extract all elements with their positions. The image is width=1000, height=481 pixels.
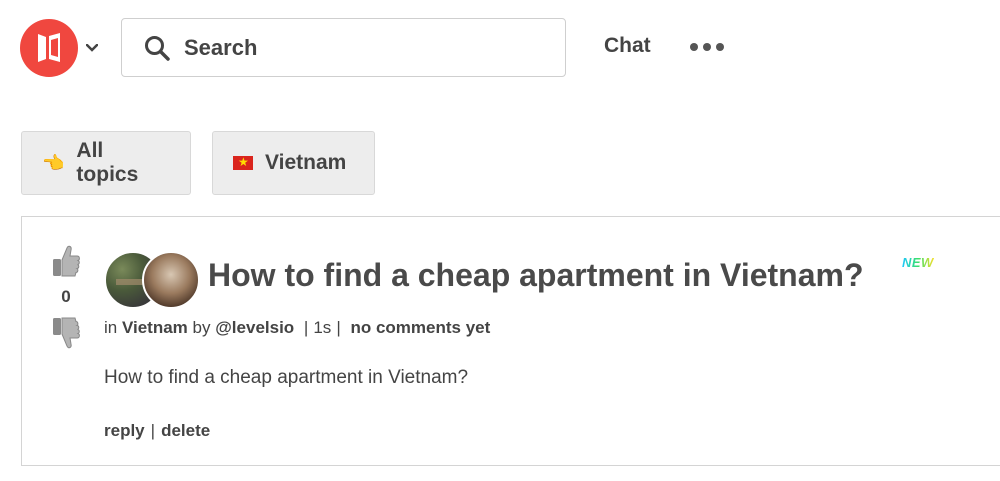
vote-widget: 0	[46, 241, 86, 353]
post-meta: in Vietnam by @levelsio | 1s | no comments…	[104, 318, 491, 337]
chevron-down-icon	[86, 44, 98, 52]
post-time: 1s	[313, 318, 332, 337]
post-comments-link[interactable]: no comments yet	[350, 318, 490, 337]
new-badge: NEW	[902, 255, 934, 270]
thumbs-up-icon[interactable]	[46, 241, 86, 281]
post-card: 0 How to find a cheap apartment in Vietn…	[21, 216, 1000, 466]
vietnam-flag-icon	[233, 154, 253, 170]
thumbs-down-icon[interactable]	[46, 313, 86, 353]
pointing-hand-icon: 👈	[42, 153, 65, 173]
post-topic-link[interactable]: Vietnam	[122, 318, 188, 337]
search-box[interactable]	[121, 18, 566, 77]
search-icon	[142, 33, 172, 63]
logo-menu[interactable]	[20, 18, 105, 78]
topic-chip-label: All topics	[76, 139, 139, 186]
post-author-link[interactable]: @levelsio	[215, 318, 294, 337]
search-input[interactable]	[184, 34, 544, 61]
chat-link[interactable]: Chat	[604, 34, 651, 58]
delete-button[interactable]: delete	[161, 421, 210, 440]
post-avatars	[104, 251, 204, 311]
vote-score: 0	[61, 287, 71, 306]
topic-chip-all[interactable]: 👈 All topics	[21, 131, 191, 195]
topic-chip-vietnam[interactable]: Vietnam	[212, 131, 375, 195]
post-actions: reply | delete	[104, 421, 211, 440]
reply-button[interactable]: reply	[104, 421, 145, 440]
topic-chip-label: Vietnam	[265, 151, 347, 174]
author-avatar	[142, 251, 200, 309]
post-body: How to find a cheap apartment in Vietnam…	[104, 367, 469, 388]
post-title[interactable]: How to find a cheap apartment in Vietnam…	[208, 257, 864, 294]
more-icon[interactable]	[690, 40, 724, 54]
logo-icon	[20, 19, 78, 77]
